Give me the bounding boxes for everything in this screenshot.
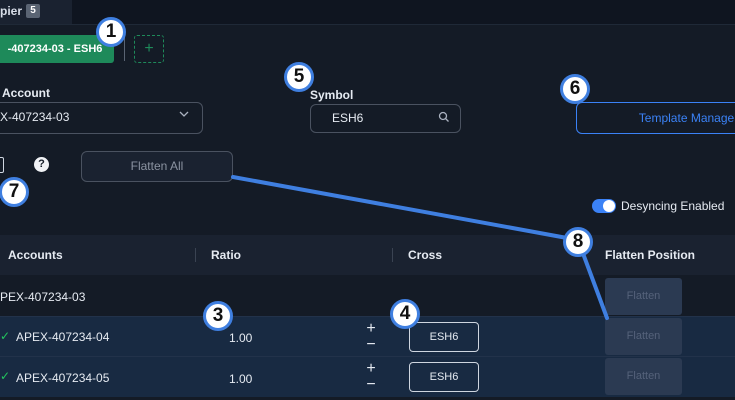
callout-badge: 1 bbox=[96, 17, 126, 47]
callout-badge: 3 bbox=[203, 301, 233, 331]
callout-badge: 4 bbox=[390, 299, 420, 329]
callout-badge: 5 bbox=[284, 62, 314, 92]
callout-badge: 7 bbox=[0, 177, 29, 207]
callout-connector bbox=[231, 175, 609, 320]
callout-badge: 8 bbox=[563, 227, 593, 257]
callout-badge: 6 bbox=[560, 74, 590, 104]
